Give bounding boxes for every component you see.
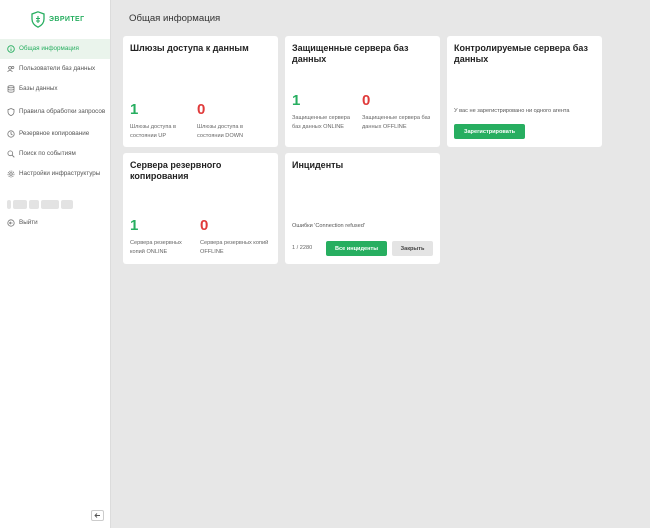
metric-value: 0 xyxy=(362,92,371,109)
backup-online-metric: 1 Сервера резервных копий ONLINE xyxy=(130,218,194,257)
backup-icon xyxy=(6,130,15,139)
close-button[interactable]: Закрыть xyxy=(392,241,433,256)
metric-value: 0 xyxy=(200,217,209,234)
metric-value: 1 xyxy=(130,217,139,234)
users-icon xyxy=(6,65,15,74)
metric-caption: Защищенные сервера баз данных ONLINE xyxy=(292,115,350,130)
all-incidents-button[interactable]: Все инциденты xyxy=(326,241,387,256)
metric-caption: Шлюзы доступа в состоянии DOWN xyxy=(197,124,244,139)
monitored-servers-card: Контролируемые сервера баз данных У вас … xyxy=(447,36,602,147)
logout-button[interactable]: Выйти xyxy=(6,218,38,227)
logo-text: ЭВРИТЕГ xyxy=(49,16,85,23)
card-title: Защищенные сервера баз данных xyxy=(292,43,409,64)
card-title: Сервера резервного копирования xyxy=(130,160,222,181)
sidebar-item-rules[interactable]: Правила обработки запросов xyxy=(0,99,110,124)
gateways-card: Шлюзы доступа к данным 1 Шлюзы доступа в… xyxy=(123,36,278,147)
sidebar: ЭВРИТЕГ Общая информация Пользователи ба… xyxy=(0,0,111,528)
metric-value: 1 xyxy=(130,101,139,118)
gateways-up-metric: 1 Шлюзы доступа в состоянии UP xyxy=(130,102,190,141)
card-title: Инциденты xyxy=(292,160,344,170)
gear-icon xyxy=(6,170,15,179)
metric-caption: Защищенные сервера баз данных OFFLINE xyxy=(362,115,431,130)
no-agents-note: У вас не зарегистрировано ни одного аген… xyxy=(454,108,570,114)
sidebar-item-infra-settings[interactable]: Настройки инфраструктуры xyxy=(0,164,110,184)
sidebar-item-overview[interactable]: Общая информация xyxy=(0,39,110,59)
logout-label: Выйти xyxy=(19,219,38,226)
incident-pager: 1 / 2280 xyxy=(292,245,313,251)
metric-caption: Сервера резервных копий ONLINE xyxy=(130,240,182,255)
sidebar-item-event-search[interactable]: Поиск по событиям xyxy=(0,144,110,164)
arrow-left-icon xyxy=(94,513,100,518)
metric-caption: Шлюзы доступа в состоянии UP xyxy=(130,124,176,139)
protected-online-metric: 1 Защищенные сервера баз данных ONLINE xyxy=(292,93,356,132)
backup-offline-metric: 0 Сервера резервных копий OFFLINE xyxy=(200,218,270,257)
user-info-blurred xyxy=(7,198,79,211)
metric-caption: Сервера резервных копий OFFLINE xyxy=(200,240,269,255)
sidebar-item-databases[interactable]: Базы данных xyxy=(0,79,110,99)
info-circle-icon xyxy=(6,45,15,54)
sidebar-item-label: Общая информация xyxy=(19,45,79,53)
gateways-down-metric: 0 Шлюзы доступа в состоянии DOWN xyxy=(197,102,267,141)
incidents-card: Инциденты Ошибки 'Connection refused' 1 … xyxy=(285,153,440,264)
logo[interactable]: ЭВРИТЕГ xyxy=(31,11,84,28)
collapse-sidebar-button[interactable] xyxy=(91,510,104,521)
metric-value: 0 xyxy=(197,101,206,118)
database-icon xyxy=(6,85,15,94)
protected-servers-card: Защищенные сервера баз данных 1 Защищенн… xyxy=(285,36,440,147)
shield-logo-icon xyxy=(31,11,45,28)
sidebar-item-label: Поиск по событиям xyxy=(19,150,76,158)
logout-icon xyxy=(6,218,15,227)
sidebar-item-label: Правила обработки запросов xyxy=(19,107,106,115)
shield-icon xyxy=(6,107,15,116)
page-title: Общая информация xyxy=(129,13,221,24)
sidebar-nav: Общая информация Пользователи баз данных… xyxy=(0,39,110,184)
sidebar-item-db-users[interactable]: Пользователи баз данных xyxy=(0,59,110,79)
metric-value: 1 xyxy=(292,92,301,109)
register-button[interactable]: Зарегистрировать xyxy=(454,124,525,139)
sidebar-item-label: Базы данных xyxy=(19,85,58,93)
sidebar-item-backup[interactable]: Резервное копирование xyxy=(0,124,110,144)
search-icon xyxy=(6,150,15,159)
protected-offline-metric: 0 Защищенные сервера баз данных OFFLINE xyxy=(362,93,432,132)
sidebar-item-label: Резервное копирование xyxy=(19,130,90,138)
sidebar-item-label: Настройки инфраструктуры xyxy=(19,170,101,178)
incident-message: Ошибки 'Connection refused' xyxy=(292,223,365,229)
card-title: Контролируемые сервера баз данных xyxy=(454,43,588,64)
backup-servers-card: Сервера резервного копирования 1 Сервера… xyxy=(123,153,278,264)
sidebar-item-label: Пользователи баз данных xyxy=(19,65,96,73)
card-title: Шлюзы доступа к данным xyxy=(130,43,249,53)
